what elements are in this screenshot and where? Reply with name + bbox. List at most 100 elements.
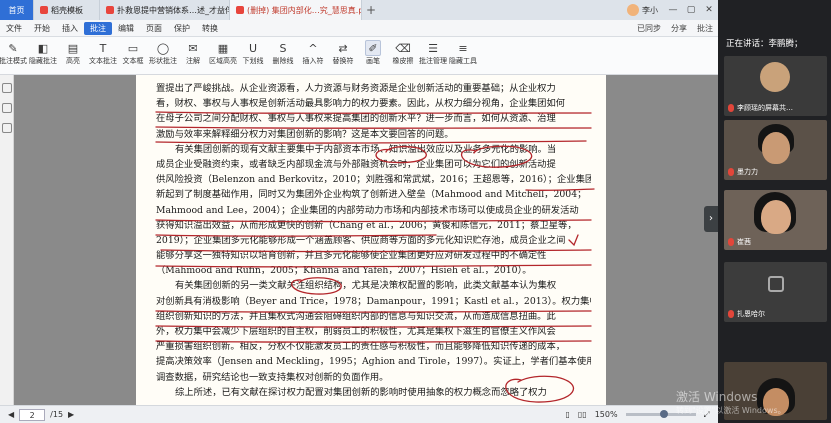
tool-label: 高亮 <box>66 57 80 65</box>
menu-comment[interactable]: 批注 <box>84 21 112 35</box>
new-tab-button[interactable]: + <box>362 3 380 17</box>
menu-protect[interactable]: 保护 <box>168 23 196 34</box>
menu-home[interactable]: 开始 <box>28 23 56 34</box>
tool-label: 画笔 <box>366 57 380 65</box>
zoom-slider-handle[interactable] <box>659 410 668 418</box>
user-account[interactable]: 李小 <box>627 4 658 16</box>
pdf-reader-window: 首页 稻壳模板 扑救恩提中营销体系…述_才益伴.pdf (删掉) 集团内部化…究… <box>0 0 718 423</box>
pen-icon: ✐ <box>365 40 381 56</box>
tool-label: 文本框 <box>122 57 144 65</box>
prev-page-icon[interactable]: ◀ <box>8 410 14 419</box>
comment-panel-button[interactable]: 批注 <box>692 23 718 34</box>
participant-name-row: 扎恩哈尔 <box>728 309 765 319</box>
participant-tile[interactable] <box>724 362 827 420</box>
tool-replace-button[interactable]: ⇄ 替换符 <box>330 40 356 66</box>
zoom-slider[interactable] <box>625 410 696 418</box>
tool-caret-button[interactable]: ^ 插入符 <box>300 40 326 66</box>
search-icon[interactable] <box>1 123 12 133</box>
pdf-file-icon <box>106 6 114 14</box>
tab-label: (删掉) 集团内部化…究_慧思真.pdf <box>247 5 362 15</box>
tool-pen-button[interactable]: ✐ 画笔 <box>360 40 386 66</box>
tool-hide-comment-button[interactable]: ◧ 隐藏批注 <box>29 40 57 66</box>
tool-area-highlight-button[interactable]: ▦ 区域高亮 <box>209 40 237 66</box>
area-highlight-icon: ▦ <box>217 41 229 55</box>
menu-page[interactable]: 页面 <box>140 23 168 34</box>
tool-text-comment-button[interactable]: T 文本批注 <box>89 40 117 66</box>
participant-tile[interactable]: 崔茜 <box>724 190 827 250</box>
tab-pdf-2[interactable]: (删掉) 集团内部化…究_慧思真.pdf <box>230 0 362 20</box>
participant-name-row: 李顾瑶的屏幕共… <box>728 103 793 113</box>
close-icon[interactable]: ✕ <box>700 5 718 15</box>
page-text: 置提出了严峻挑战。从企业资源看，人力资源与财务资源是企业创新活动的重要基础；从企… <box>156 81 591 400</box>
tab-label: 稻壳模板 <box>51 5 83 15</box>
replace-icon: ⇄ <box>338 41 348 55</box>
maximize-icon[interactable]: ▢ <box>682 5 700 15</box>
text-line: 提高决策效率（Jensen and Meckling，1995；Aghion a… <box>156 356 591 368</box>
collapse-panel-button[interactable]: › <box>704 206 718 232</box>
mic-muted-icon <box>728 168 734 176</box>
minimize-icon[interactable]: — <box>664 5 682 15</box>
tool-eraser-button[interactable]: ⌫ 橡皮擦 <box>390 40 416 66</box>
tool-comment-manager-button[interactable]: ☰ 批注管理 <box>419 40 447 66</box>
fullscreen-icon[interactable]: ⤢ <box>704 410 710 420</box>
wps-logo-icon <box>40 6 48 14</box>
participant-name: 崔茜 <box>737 238 751 246</box>
tool-label: 批注管理 <box>419 57 447 65</box>
share-button[interactable]: 分享 <box>666 23 692 34</box>
shape-comment-icon: ◯ <box>156 41 170 55</box>
participant-name: 李顾瑶的屏幕共… <box>737 104 793 112</box>
participant-name-row: 崔茜 <box>728 237 751 247</box>
tool-textbox-button[interactable]: ▭ 文本框 <box>120 40 146 66</box>
menu-bar: 文件 开始 插入 批注 编辑 页面 保护 转换 已同步 分享 批注 <box>0 20 718 37</box>
text-line: （Mahmood and Rufin，2005；Khanna and Yafeh… <box>156 265 532 277</box>
highlight-icon: ▤ <box>67 41 79 55</box>
menu-insert[interactable]: 插入 <box>56 23 84 34</box>
participant-tile[interactable]: 扎恩哈尔 <box>724 262 827 322</box>
tool-label: 下划线 <box>242 57 264 65</box>
thumbnail-icon[interactable] <box>1 83 12 93</box>
text-line: 严重损害组织创新。相反，分权不仅能激发员工的责任感与积极性，而且能够降低知识传递… <box>156 341 566 353</box>
tab-label: 扑救恩提中营销体系…述_才益伴.pdf <box>117 5 229 15</box>
text-comment-icon: T <box>99 41 107 55</box>
tool-shape-comment-button[interactable]: ◯ 形状批注 <box>149 40 177 66</box>
caret-icon: ^ <box>308 41 318 55</box>
document-viewer[interactable]: 置提出了严峻挑战。从企业资源看，人力资源与财务资源是企业创新活动的重要基础；从企… <box>14 75 718 405</box>
menu-edit[interactable]: 编辑 <box>112 23 140 34</box>
participant-name: 墨力力 <box>737 168 758 176</box>
participant-tile[interactable]: 李顾瑶的屏幕共… <box>724 56 827 116</box>
page-navigator: ◀ 2 /15 ▶ <box>8 408 74 421</box>
menu-file[interactable]: 文件 <box>0 23 28 34</box>
participant-tile[interactable]: 墨力力 <box>724 120 827 180</box>
text-line: 供风险投资（Belenzon and Berkovitz，2010；刘胜强和常武… <box>156 174 591 186</box>
page-number-input[interactable]: 2 <box>19 408 46 421</box>
tool-strikethrough-button[interactable]: S 删除线 <box>270 40 296 66</box>
text-line: 外，权力集中会减少下层组织的自主权，削弱员工的积极性，尤其是集权下滋生的官僚主义… <box>156 326 556 337</box>
avatar <box>760 62 790 92</box>
next-page-icon[interactable]: ▶ <box>68 410 74 419</box>
tool-label: 文本批注 <box>89 57 117 65</box>
double-page-icon[interactable]: ▯▯ <box>578 410 587 419</box>
tool-comment-mode-button[interactable]: ✎ 批注模式 <box>0 40 27 66</box>
comment-manager-icon: ☰ <box>428 41 438 55</box>
bookmark-icon[interactable] <box>1 103 12 113</box>
single-page-icon[interactable]: ▯ <box>566 410 570 419</box>
tab-pdf-1[interactable]: 扑救恩提中营销体系…述_才益伴.pdf <box>100 0 230 20</box>
tool-underline-button[interactable]: U 下划线 <box>240 40 266 66</box>
eraser-icon: ⌫ <box>395 41 411 55</box>
camera-off-icon <box>768 276 784 292</box>
tool-note-button[interactable]: ✉ 注解 <box>180 40 206 66</box>
synced-status[interactable]: 已同步 <box>632 23 666 34</box>
participant-name-row: 墨力力 <box>728 167 758 177</box>
text-line: 有关集团创新的另一类文献关注组织结构，尤其是决策权配置的影响，此类文献基本认为集… <box>175 280 557 292</box>
tab-template[interactable]: 稻壳模板 <box>34 0 100 20</box>
tool-hide-tools-button[interactable]: ≡ 隐藏工具 <box>449 40 477 66</box>
menu-convert[interactable]: 转换 <box>196 23 224 34</box>
view-controls: ▯ ▯▯ 150% ⤢ <box>566 410 711 420</box>
tool-highlight-button[interactable]: ▤ 高亮 <box>60 40 86 66</box>
pdf-page[interactable]: 置提出了严峻挑战。从企业资源看，人力资源与财务资源是企业创新活动的重要基础；从企… <box>136 75 606 405</box>
avatar <box>627 4 639 16</box>
tab-home[interactable]: 首页 <box>0 0 34 20</box>
total-pages: /15 <box>50 410 64 419</box>
pdf-file-icon <box>236 6 244 14</box>
tool-label: 批注模式 <box>0 57 27 65</box>
